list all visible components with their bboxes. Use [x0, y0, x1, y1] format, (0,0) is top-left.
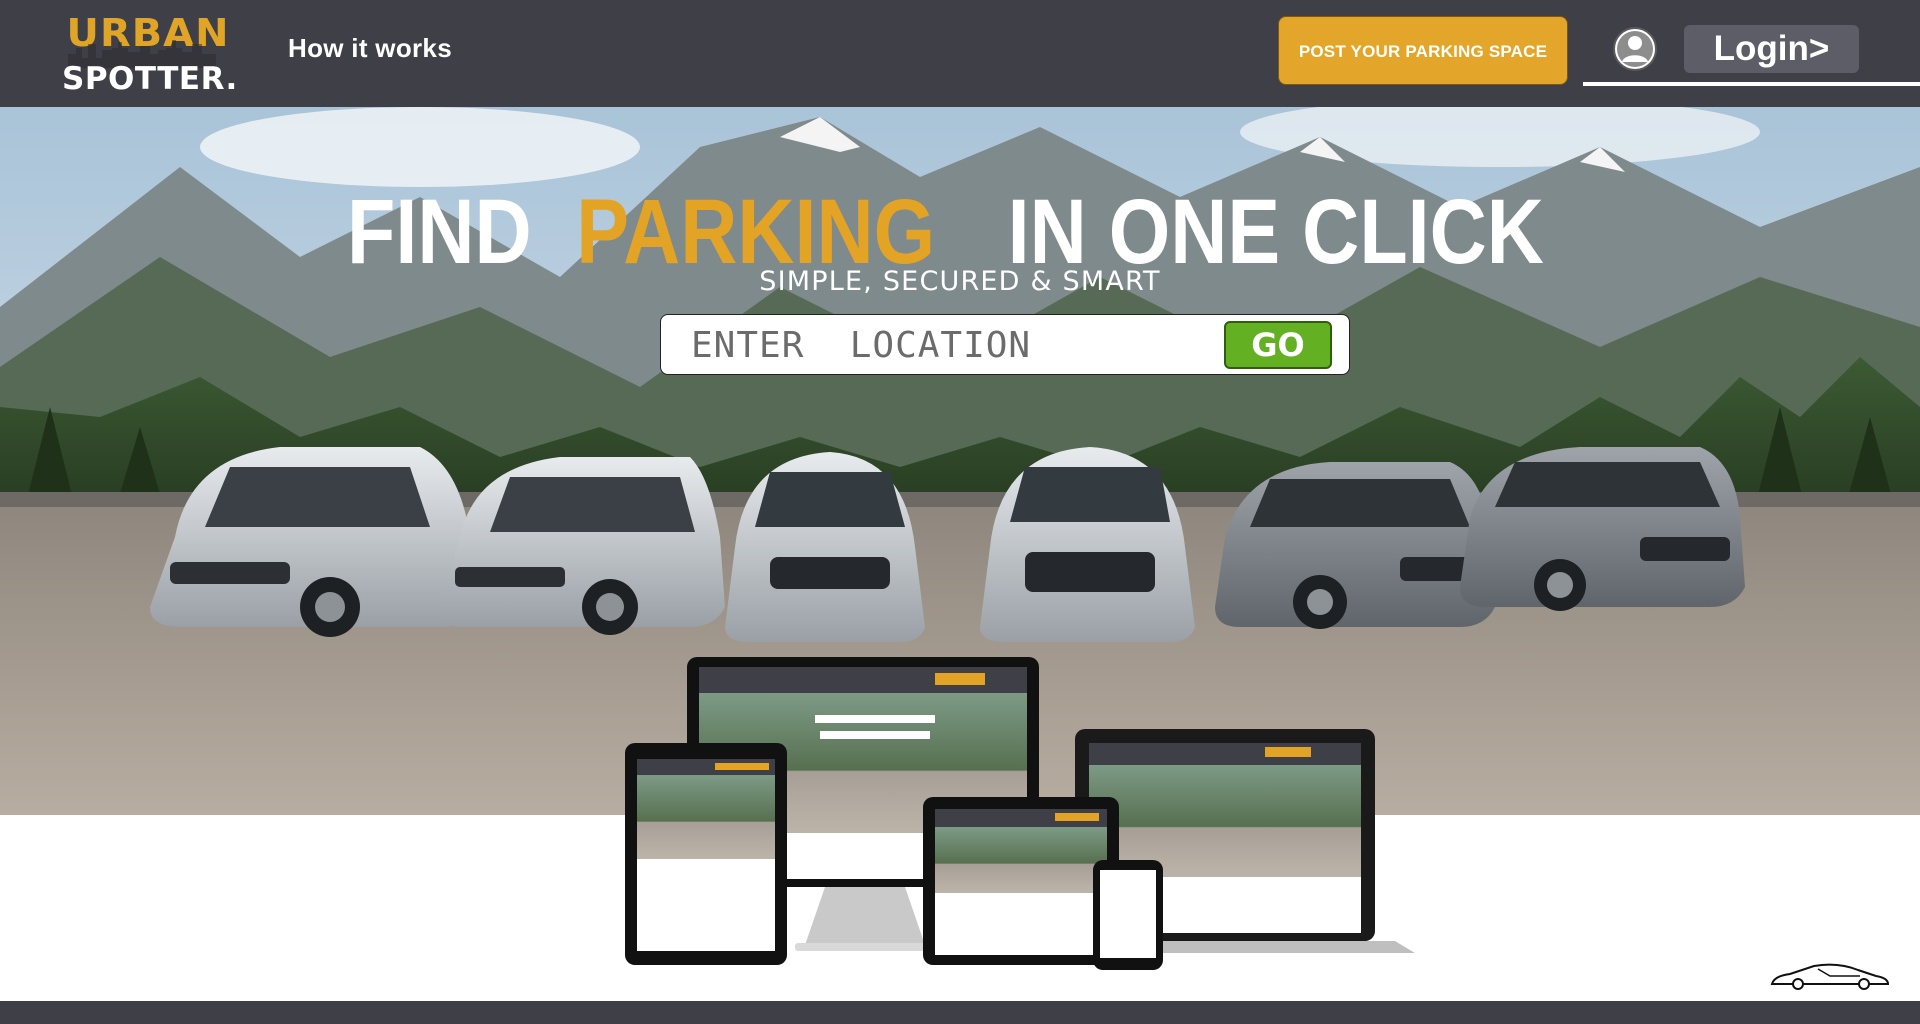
hero-subline: SIMPLE, SECURED & SMART: [759, 266, 1161, 297]
location-search-box: GO: [660, 314, 1350, 375]
phone-device: [1093, 860, 1163, 970]
go-button[interactable]: GO: [1224, 321, 1332, 369]
location-search-input[interactable]: [691, 321, 1161, 369]
login-button[interactable]: Login>: [1684, 25, 1859, 73]
user-circle-icon[interactable]: [1612, 26, 1658, 72]
how-it-works-link[interactable]: How it works: [288, 30, 452, 66]
tablet-device: [625, 743, 787, 965]
post-parking-space-button[interactable]: POST YOUR PARKING SPACE FREE: [1278, 16, 1568, 130]
nav-underline: [1583, 82, 1920, 86]
car-6: [1460, 447, 1745, 611]
small-tablet-device: [923, 797, 1119, 965]
urban-spotter-logo[interactable]: URBAN SPOTTER.: [62, 12, 238, 97]
responsive-devices-mockup: [625, 657, 1415, 970]
logo-wordmark-bottom: SPOTTER.: [62, 61, 238, 97]
top-nav: URBAN SPOTTER. How it works POST YOUR PA…: [0, 0, 1920, 130]
car-5: [1215, 462, 1495, 629]
car-outline-icon: [1770, 963, 1890, 990]
footer-bar: [0, 1001, 1920, 1024]
